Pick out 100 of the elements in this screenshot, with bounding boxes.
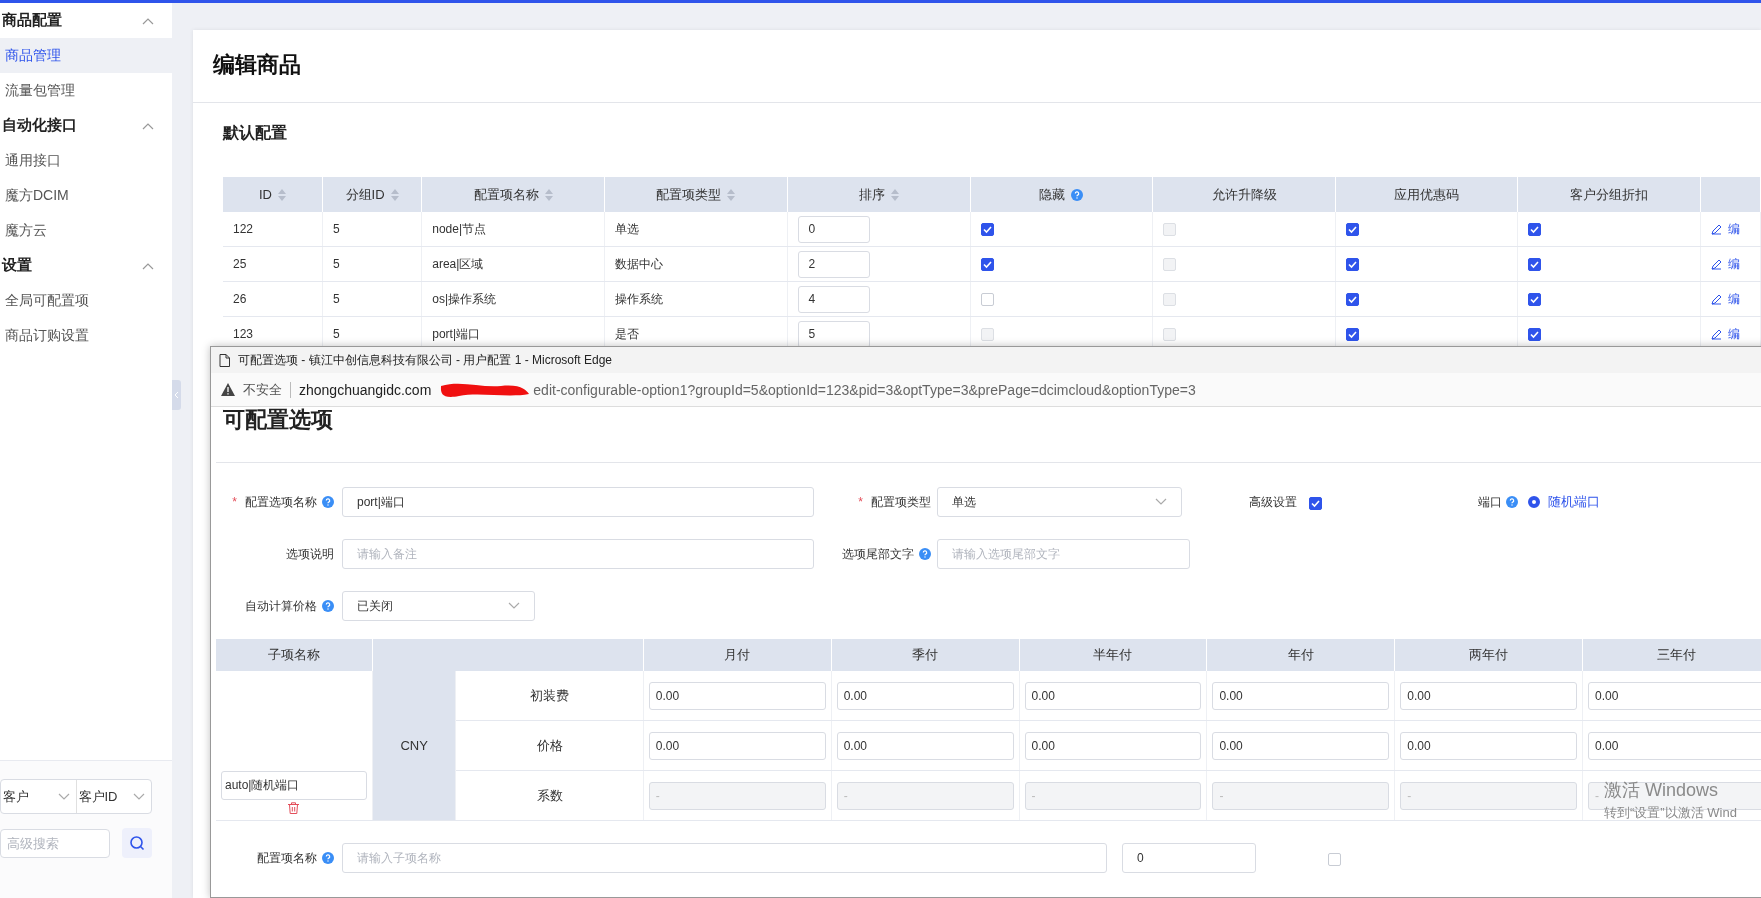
filter-select[interactable]: 客户 客户ID <box>0 779 152 814</box>
input-field[interactable]: port|端口 <box>342 487 814 517</box>
price-field[interactable]: 0.00 <box>648 681 826 710</box>
column-header[interactable]: 排序 <box>787 177 971 212</box>
search-button[interactable] <box>122 828 152 858</box>
table-cell: 操作系统 <box>604 281 788 317</box>
page-icon <box>219 353 230 367</box>
warning-icon <box>221 383 235 396</box>
help-icon[interactable] <box>322 496 334 508</box>
price-field[interactable]: 0.00 <box>1024 681 1202 710</box>
price-field[interactable]: 0.00 <box>1212 681 1390 710</box>
column-header[interactable]: ID <box>223 177 323 212</box>
help-icon[interactable] <box>919 548 931 560</box>
checkbox[interactable] <box>1528 223 1542 237</box>
column-header: 子项名称 <box>216 639 373 671</box>
price-field[interactable]: 0.00 <box>1588 681 1761 710</box>
price-field: - <box>1400 781 1578 810</box>
price-field[interactable]: 0.00 <box>1400 731 1578 760</box>
select-field[interactable]: 单选 <box>937 487 1182 517</box>
column-header: 年付 <box>1206 639 1395 671</box>
radio-label[interactable]: 随机端口 <box>1548 493 1600 511</box>
sidebar-item[interactable]: 魔方云 <box>0 213 172 248</box>
pencil-icon[interactable] <box>1711 328 1722 340</box>
checkbox[interactable] <box>1345 223 1359 237</box>
sidebar-group[interactable]: 自动化接口 <box>0 108 172 143</box>
order-field[interactable]: 4 <box>797 285 870 313</box>
column-header[interactable]: 配置项类型 <box>604 177 788 212</box>
radio-button[interactable] <box>1528 496 1540 508</box>
sidebar-item[interactable]: 全局可配置项 <box>0 283 172 318</box>
field-label: 选项说明 <box>286 545 334 563</box>
select-field[interactable]: 已关闭 <box>342 591 535 621</box>
sidebar-group[interactable]: 商品配置 <box>0 3 172 38</box>
field-label: 配置选项名称 <box>245 493 317 511</box>
sidebar-item[interactable]: 商品管理 <box>0 38 172 73</box>
checkbox[interactable] <box>1345 328 1359 342</box>
table-cell: 5 <box>322 212 422 247</box>
column-header: 客户分组折扣 <box>1517 177 1701 212</box>
checkbox[interactable] <box>1309 496 1322 510</box>
pencil-icon[interactable] <box>1711 293 1722 305</box>
help-icon[interactable] <box>1506 496 1518 508</box>
checkbox[interactable] <box>1345 293 1359 307</box>
checkbox[interactable] <box>1528 293 1542 307</box>
security-label[interactable]: 不安全 <box>243 380 282 399</box>
checkbox[interactable] <box>980 258 994 272</box>
column-header[interactable]: 配置项名称 <box>421 177 605 212</box>
order-field[interactable]: 0 <box>797 215 870 243</box>
pencil-icon[interactable] <box>1711 258 1722 270</box>
column-header: 允许升降级 <box>1152 177 1336 212</box>
url-path: edit-configurable-option1?groupId=5&optionId=123&pid=3&optType=3&prePage=dcimcloud&optionType=3 <box>533 381 1196 398</box>
price-field[interactable]: 0.00 <box>1212 731 1390 760</box>
column-header: 半年付 <box>1019 639 1207 671</box>
input-field[interactable]: auto|随机端口 <box>221 771 367 800</box>
column-header[interactable]: 分组ID <box>322 177 422 212</box>
sidebar-group[interactable]: 设置 <box>0 248 172 283</box>
chevron-down-icon <box>133 792 145 801</box>
edit-link[interactable]: 编 <box>1728 290 1740 308</box>
price-field: - <box>1024 781 1202 810</box>
chevron-down-icon <box>1155 498 1167 506</box>
checkbox[interactable] <box>1345 258 1359 272</box>
edit-link[interactable]: 编 <box>1728 220 1740 238</box>
trash-icon[interactable] <box>288 802 300 814</box>
price-field[interactable]: 0.00 <box>648 731 826 760</box>
help-icon[interactable] <box>322 852 334 864</box>
checkbox[interactable] <box>980 223 994 237</box>
checkbox[interactable] <box>1528 258 1542 272</box>
price-field[interactable]: 0.00 <box>1024 731 1202 760</box>
sidebar-item[interactable]: 商品订购设置 <box>0 318 172 353</box>
sidebar-item[interactable]: 流量包管理 <box>0 73 172 108</box>
price-field[interactable]: 0.00 <box>836 681 1014 710</box>
order-field[interactable]: 2 <box>797 250 870 278</box>
price-field[interactable]: 0.00 <box>1588 731 1761 760</box>
filter-label: 客户ID <box>78 787 118 806</box>
collapse-handle[interactable] <box>172 380 181 410</box>
table-cell: 5 <box>322 246 422 282</box>
table-cell: node|节点 <box>421 212 605 247</box>
required-mark: * <box>232 495 237 509</box>
sidebar-item[interactable]: 通用接口 <box>0 143 172 178</box>
edit-link[interactable]: 编 <box>1728 325 1740 343</box>
column-header: 应用优惠码 <box>1335 177 1518 212</box>
order-field[interactable]: 0 <box>1122 843 1256 873</box>
column-header: 隐藏 <box>970 177 1153 212</box>
column-header: 季付 <box>831 639 1020 671</box>
table-cell: 122 <box>223 212 323 247</box>
chevron-left-icon <box>174 391 179 399</box>
help-icon[interactable] <box>322 600 334 612</box>
sidebar-item[interactable]: 魔方DCIM <box>0 178 172 213</box>
edit-link[interactable]: 编 <box>1728 255 1740 273</box>
checkbox[interactable] <box>1528 328 1542 342</box>
pencil-icon[interactable] <box>1711 223 1722 235</box>
search-field[interactable]: 高级搜索 <box>0 828 110 858</box>
activation-title: 激活 Windows <box>1604 779 1720 802</box>
price-field: - <box>1212 781 1390 810</box>
price-field[interactable]: 0.00 <box>1400 681 1578 710</box>
price-field[interactable]: 0.00 <box>836 731 1014 760</box>
search-icon <box>129 835 145 851</box>
page-title: 编辑商品 <box>213 51 302 79</box>
chevron-down-icon <box>57 792 70 801</box>
help-icon[interactable] <box>1071 188 1084 201</box>
column-header: 月付 <box>643 639 832 671</box>
dialog-heading: 可配置选项 <box>223 407 334 434</box>
